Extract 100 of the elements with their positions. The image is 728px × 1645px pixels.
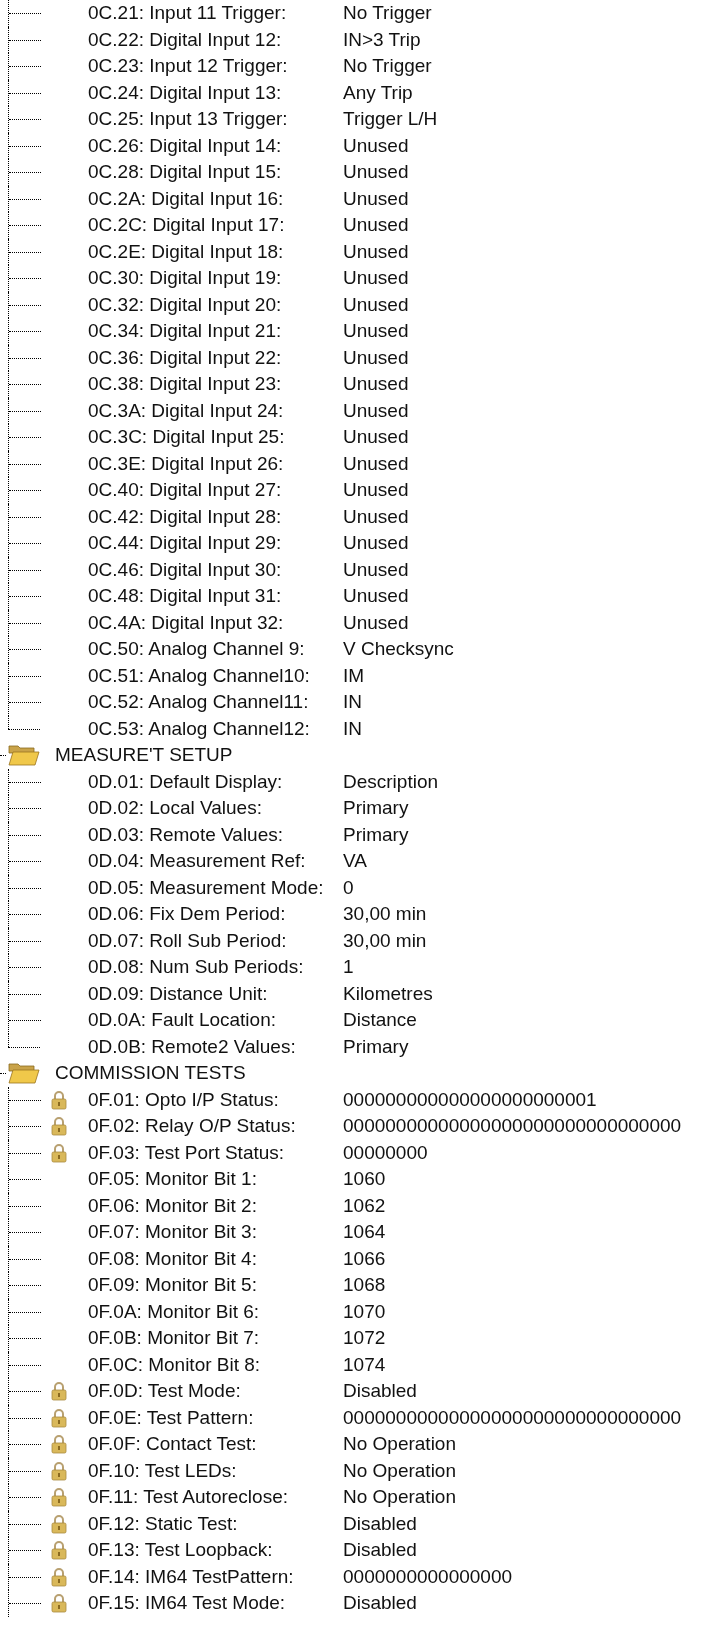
setting-value: Primary [343, 797, 409, 820]
setting-label[interactable]: 0C.34: Digital Input 21: [88, 320, 343, 343]
setting-label[interactable]: 0D.08: Num Sub Periods: [88, 956, 343, 979]
setting-label[interactable]: 0C.22: Digital Input 12: [88, 28, 343, 51]
setting-label[interactable]: 0C.24: Digital Input 13: [88, 81, 343, 104]
setting-value: Unused [343, 558, 409, 581]
setting-value: 00000000000000000000000000000000 [343, 1115, 682, 1138]
setting-label[interactable]: 0F.05: Monitor Bit 1: [88, 1168, 343, 1191]
setting-label[interactable]: 0C.44: Digital Input 29: [88, 532, 343, 555]
setting-value: IN>3 Trip [343, 28, 421, 51]
setting-label[interactable]: 0C.21: Input 11 Trigger: [88, 2, 343, 25]
tree-line [8, 901, 40, 928]
setting-label[interactable]: 0F.12: Static Test: [88, 1512, 343, 1535]
setting-label[interactable]: 0C.3E: Digital Input 26: [88, 452, 343, 475]
setting-label[interactable]: 0C.3C: Digital Input 25: [88, 426, 343, 449]
setting-value: 0 [343, 876, 354, 899]
setting-label[interactable]: 0C.30: Digital Input 19: [88, 267, 343, 290]
setting-label[interactable]: 0C.26: Digital Input 14: [88, 134, 343, 157]
folder-title[interactable]: MEASURE'T SETUP [55, 744, 233, 767]
setting-label[interactable]: 0D.04: Measurement Ref: [88, 850, 343, 873]
tree-line [8, 318, 40, 345]
setting-label[interactable]: 0C.46: Digital Input 30: [88, 558, 343, 581]
setting-label[interactable]: 0F.11: Test Autoreclose: [88, 1486, 343, 1509]
setting-label[interactable]: 0C.40: Digital Input 27: [88, 479, 343, 502]
tree-line [0, 1072, 6, 1074]
setting-value: Unused [343, 187, 409, 210]
setting-label[interactable]: 0F.0B: Monitor Bit 7: [88, 1327, 343, 1350]
setting-label[interactable]: 0F.02: Relay O/P Status: [88, 1115, 343, 1138]
setting-label[interactable]: 0F.14: IM64 TestPattern: [88, 1565, 343, 1588]
tree-line [8, 265, 40, 292]
setting-label[interactable]: 0F.0E: Test Pattern: [88, 1406, 343, 1429]
setting-label[interactable]: 0F.09: Monitor Bit 5: [88, 1274, 343, 1297]
tree-line [8, 689, 40, 716]
setting-label[interactable]: 0C.51: Analog Channel10: [88, 664, 343, 687]
tree-line [8, 26, 40, 53]
tree-line [8, 1219, 40, 1246]
setting-value: IN [343, 717, 362, 740]
setting-label[interactable]: 0D.02: Local Values: [88, 797, 343, 820]
setting-label[interactable]: 0C.3A: Digital Input 24: [88, 399, 343, 422]
setting-label[interactable]: 0F.06: Monitor Bit 2: [88, 1194, 343, 1217]
setting-label[interactable]: 0F.0D: Test Mode: [88, 1380, 343, 1403]
tree-line [8, 1590, 40, 1617]
setting-label[interactable]: 0D.06: Fix Dem Period: [88, 903, 343, 926]
setting-value: Primary [343, 823, 409, 846]
setting-label[interactable]: 0C.2E: Digital Input 18: [88, 240, 343, 263]
tree-line [8, 530, 40, 557]
tree-line [8, 795, 40, 822]
setting-value: 00000000000000000000000000000000 [343, 1406, 682, 1429]
setting-value: Unused [343, 399, 409, 422]
setting-label[interactable]: 0D.0A: Fault Location: [88, 1009, 343, 1032]
setting-label[interactable]: 0C.2C: Digital Input 17: [88, 214, 343, 237]
tree-line [8, 556, 40, 583]
tree-line [8, 1325, 40, 1352]
tree-line [8, 954, 40, 981]
tree-line [8, 927, 40, 954]
setting-label[interactable]: 0D.03: Remote Values: [88, 823, 343, 846]
setting-value: Unused [343, 611, 409, 634]
setting-label[interactable]: 0F.08: Monitor Bit 4: [88, 1247, 343, 1270]
setting-label[interactable]: 0F.13: Test Loopback: [88, 1539, 343, 1562]
setting-value: No Operation [343, 1486, 456, 1509]
setting-label[interactable]: 0F.0A: Monitor Bit 6: [88, 1300, 343, 1323]
setting-value: No Operation [343, 1459, 456, 1482]
setting-value: IM [343, 664, 365, 687]
tree-line [8, 821, 40, 848]
tree-line [8, 424, 40, 451]
setting-label[interactable]: 0C.36: Digital Input 22: [88, 346, 343, 369]
setting-label[interactable]: 0F.0C: Monitor Bit 8: [88, 1353, 343, 1376]
tree-line [8, 1086, 40, 1113]
setting-label[interactable]: 0C.4A: Digital Input 32: [88, 611, 343, 634]
setting-label[interactable]: 0C.38: Digital Input 23: [88, 373, 343, 396]
tree-line [8, 185, 40, 212]
setting-value: Unused [343, 267, 409, 290]
setting-label[interactable]: 0C.23: Input 12 Trigger: [88, 55, 343, 78]
setting-label[interactable]: 0F.0F: Contact Test: [88, 1433, 343, 1456]
setting-label[interactable]: 0F.07: Monitor Bit 3: [88, 1221, 343, 1244]
setting-label[interactable]: 0C.50: Analog Channel 9: [88, 638, 343, 661]
setting-label[interactable]: 0C.32: Digital Input 20: [88, 293, 343, 316]
setting-label[interactable]: 0D.09: Distance Unit: [88, 982, 343, 1005]
setting-label[interactable]: 0C.52: Analog Channel11: [88, 691, 343, 714]
setting-label[interactable]: 0F.01: Opto I/P Status: [88, 1088, 343, 1111]
setting-label[interactable]: 0D.0B: Remote2 Values: [88, 1035, 343, 1058]
setting-label[interactable]: 0C.42: Digital Input 28: [88, 505, 343, 528]
setting-label[interactable]: 0C.28: Digital Input 15: [88, 161, 343, 184]
tree-line [8, 583, 40, 610]
tree-line [8, 397, 40, 424]
setting-value: Unused [343, 214, 409, 237]
tree-line [8, 212, 40, 239]
tree-line [8, 1351, 40, 1378]
setting-label[interactable]: 0C.2A: Digital Input 16: [88, 187, 343, 210]
setting-label[interactable]: 0C.48: Digital Input 31: [88, 585, 343, 608]
setting-label[interactable]: 0D.01: Default Display: [88, 770, 343, 793]
setting-label[interactable]: 0F.03: Test Port Status: [88, 1141, 343, 1164]
setting-label[interactable]: 0C.53: Analog Channel12: [88, 717, 343, 740]
setting-label[interactable]: 0F.10: Test LEDs: [88, 1459, 343, 1482]
setting-label[interactable]: 0C.25: Input 13 Trigger: [88, 108, 343, 131]
setting-value: Unused [343, 134, 409, 157]
setting-label[interactable]: 0D.05: Measurement Mode: [88, 876, 343, 899]
setting-label[interactable]: 0D.07: Roll Sub Period: [88, 929, 343, 952]
folder-title[interactable]: COMMISSION TESTS [55, 1062, 246, 1085]
setting-label[interactable]: 0F.15: IM64 Test Mode: [88, 1592, 343, 1615]
